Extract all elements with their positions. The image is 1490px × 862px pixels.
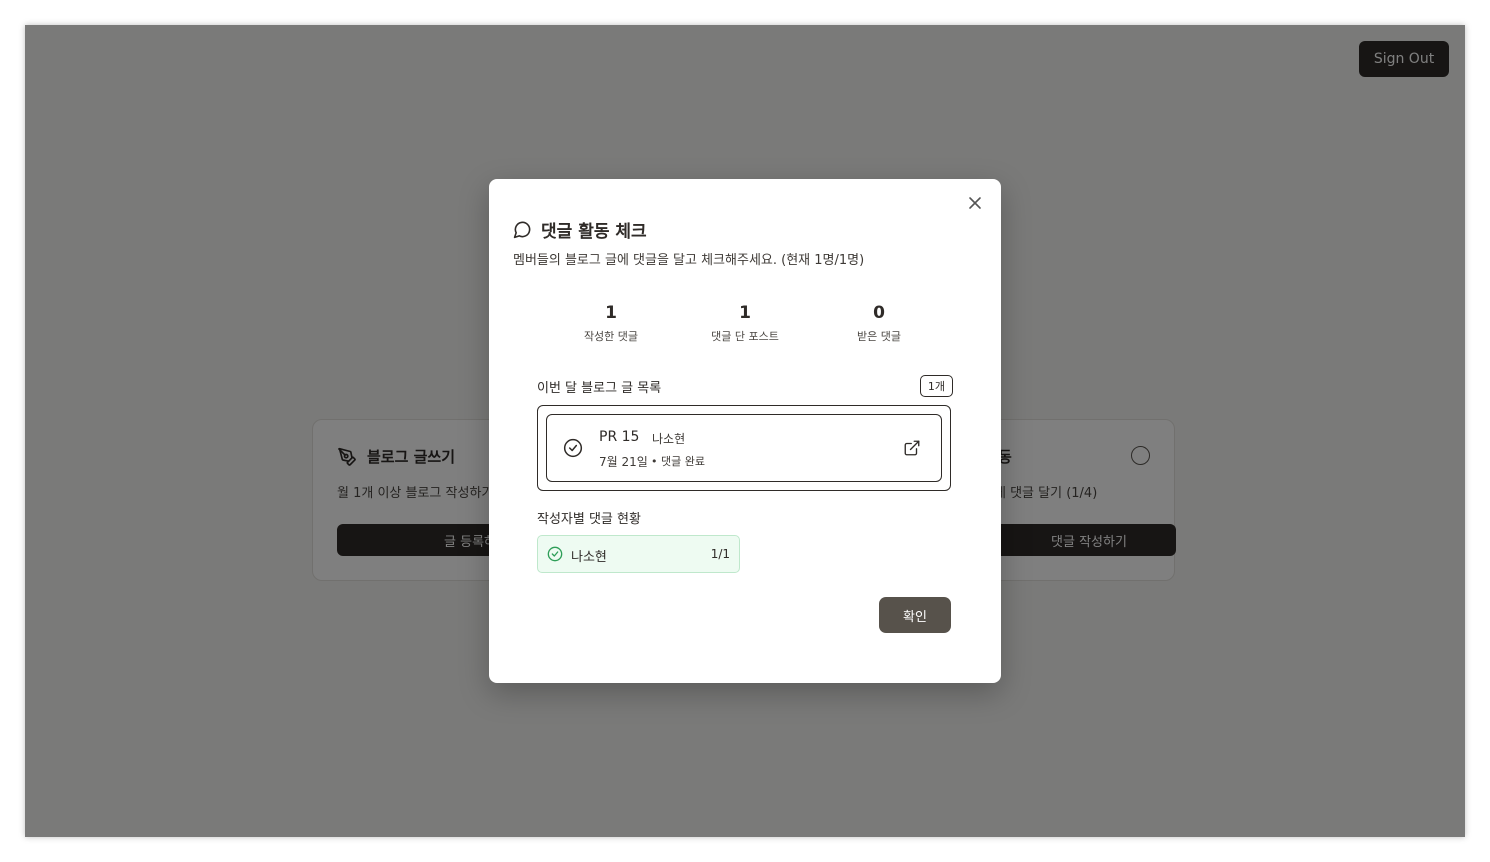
stat-value: 1 <box>739 303 751 323</box>
modal-title-text: 댓글 활동 체크 <box>541 222 647 242</box>
stat-value: 0 <box>873 303 885 323</box>
posts-count-badge: 1개 <box>919 375 953 397</box>
modal-title: 댓글 활동 체크 <box>513 217 647 242</box>
authors-heading: 작성자별 댓글 현황 <box>537 512 641 527</box>
post-status: • 댓글 완료 <box>651 455 705 468</box>
close-icon <box>969 197 981 209</box>
stats-row: 1 작성한 댓글 1 댓글 단 포스트 0 받은 댓글 <box>537 303 953 344</box>
stat-label: 작성한 댓글 <box>583 330 639 343</box>
stat-written-comments: 1 작성한 댓글 <box>545 303 677 344</box>
author-count: 1/1 <box>710 547 730 561</box>
post-list: PR 15 나소현 7월 21일 • 댓글 완료 <box>537 405 951 491</box>
check-circle-icon[interactable] <box>563 438 583 458</box>
post-item[interactable]: PR 15 나소현 7월 21일 • 댓글 완료 <box>546 414 942 482</box>
close-button[interactable] <box>965 193 985 213</box>
check-circle-icon <box>547 546 563 562</box>
stat-label: 댓글 단 포스트 <box>711 330 779 343</box>
confirm-button[interactable]: 확인 <box>879 597 951 633</box>
stat-commented-posts: 1 댓글 단 포스트 <box>679 303 811 344</box>
post-author: 나소현 <box>652 432 686 446</box>
post-date: 7월 21일 <box>599 455 648 469</box>
modal-subtitle: 멤버들의 블로그 글에 댓글을 달고 체크해주세요. (현재 1명/1명) <box>513 253 865 268</box>
external-link-icon[interactable] <box>903 439 921 457</box>
stat-received-comments: 0 받은 댓글 <box>813 303 945 344</box>
stat-value: 1 <box>605 303 617 323</box>
app-viewport: Sign Out 블로그 글쓰기 월 1개 이상 블로그 작성하기 글 등록하기… <box>25 25 1465 837</box>
comment-check-modal: 댓글 활동 체크 멤버들의 블로그 글에 댓글을 달고 체크해주세요. (현재 … <box>489 179 1001 683</box>
post-title: PR 15 <box>599 429 640 445</box>
posts-heading: 이번 달 블로그 글 목록 <box>537 381 662 396</box>
author-name: 나소현 <box>571 550 607 565</box>
message-circle-icon <box>513 221 531 239</box>
author-comment-status: 나소현 1/1 <box>537 535 740 573</box>
stat-label: 받은 댓글 <box>857 330 901 343</box>
